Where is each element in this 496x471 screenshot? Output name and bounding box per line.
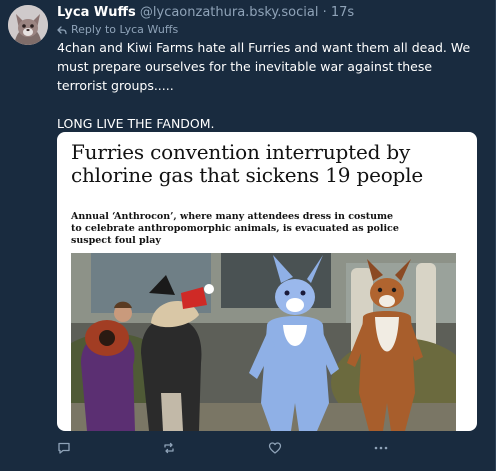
timestamp[interactable]: 17s bbox=[331, 5, 354, 20]
heart-icon bbox=[268, 442, 282, 454]
more-options-button[interactable] bbox=[370, 438, 392, 458]
speech-bubble-icon bbox=[58, 442, 70, 454]
author-handle[interactable]: @lycaonzathura.bsky.social bbox=[140, 5, 319, 20]
reply-to-label: Reply to Lyca Wuffs bbox=[71, 23, 179, 36]
news-photo bbox=[71, 253, 456, 431]
embedded-image[interactable]: Furries convention interrupted by chlori… bbox=[57, 132, 477, 431]
like-button[interactable] bbox=[264, 438, 286, 458]
repost-arrows-icon bbox=[164, 442, 174, 454]
author-name[interactable]: Lyca Wuffs bbox=[57, 5, 136, 20]
avatar-image bbox=[8, 5, 48, 45]
separator-dot: · bbox=[322, 5, 327, 20]
reply-context[interactable]: Reply to Lyca Wuffs bbox=[57, 23, 178, 37]
post-text-paragraph: 4chan and Kiwi Farms hate all Furries an… bbox=[57, 40, 471, 93]
article-standfirst: Annual ‘Anthrocon’, where many attendees… bbox=[71, 211, 399, 246]
reply-arrow-icon bbox=[57, 26, 67, 35]
repost-button[interactable] bbox=[158, 438, 180, 458]
post-text: 4chan and Kiwi Farms hate all Furries an… bbox=[57, 38, 477, 133]
article-headline: Furries convention interrupted by chlori… bbox=[71, 140, 423, 187]
post-text-paragraph: LONG LIVE THE FANDOM. bbox=[57, 116, 215, 131]
ellipsis-icon bbox=[374, 446, 388, 450]
avatar[interactable] bbox=[8, 5, 48, 45]
post-actions bbox=[57, 438, 477, 458]
post[interactable]: Lyca Wuffs @lycaonzathura.bsky.social · … bbox=[0, 0, 496, 471]
post-header: Lyca Wuffs @lycaonzathura.bsky.social · … bbox=[57, 4, 354, 22]
reply-button[interactable] bbox=[53, 438, 75, 458]
